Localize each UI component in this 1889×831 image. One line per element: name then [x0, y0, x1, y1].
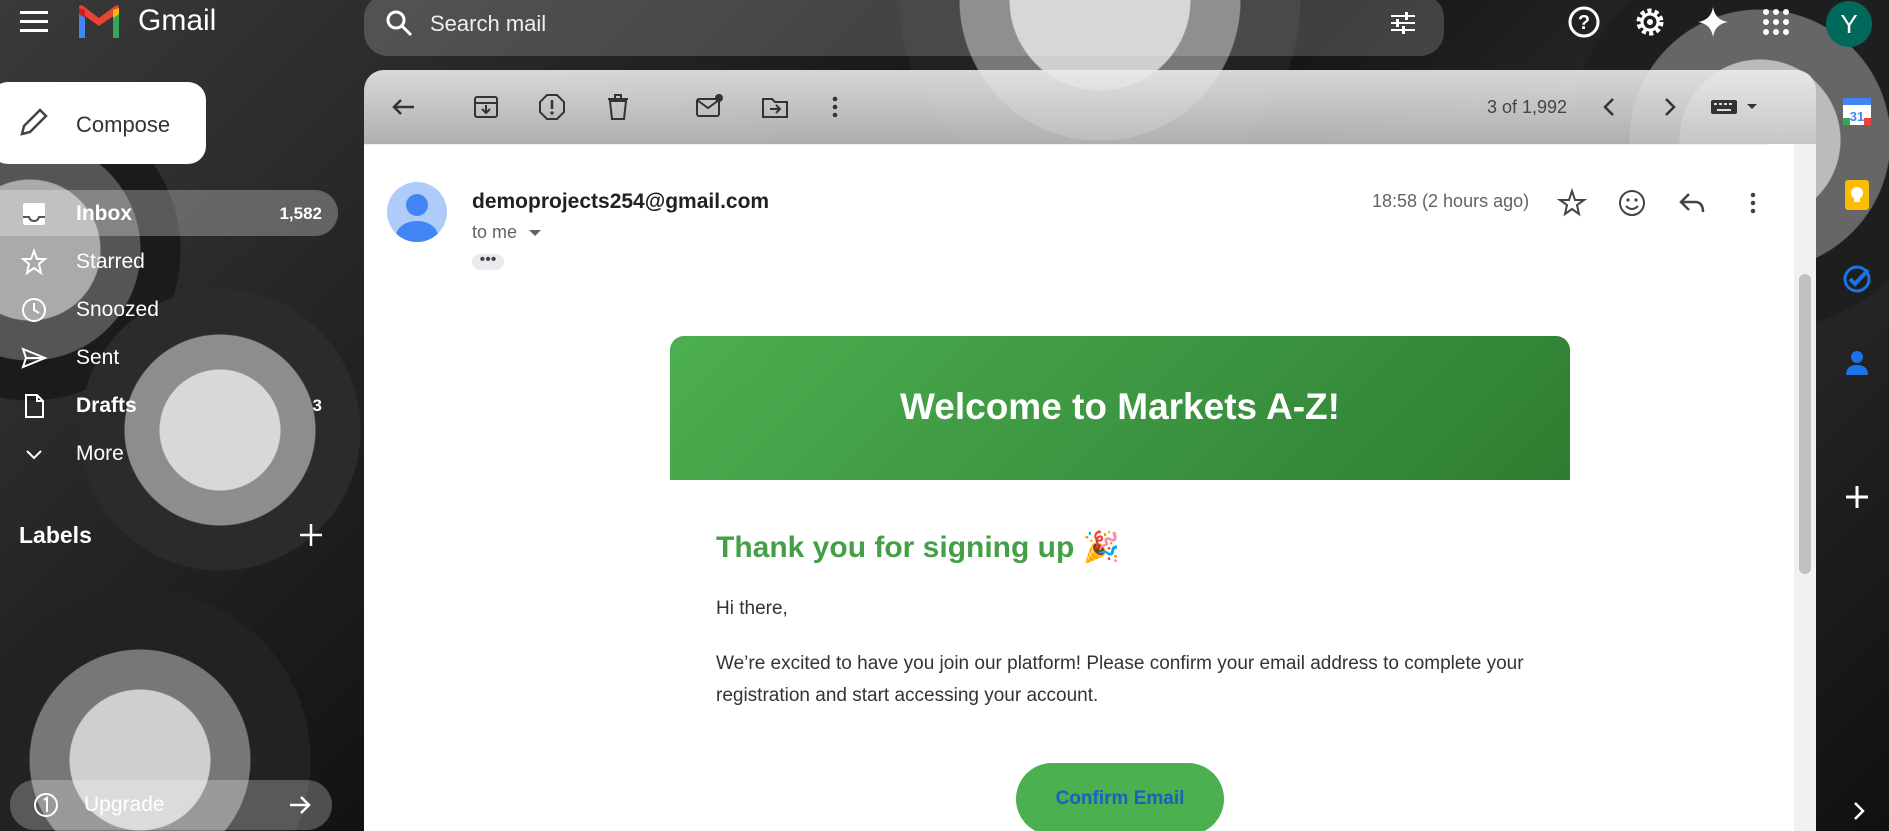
move-to-icon[interactable]: [760, 92, 790, 122]
sender-email[interactable]: demoprojects254@gmail.com: [472, 190, 769, 214]
report-spam-icon[interactable]: [537, 92, 567, 122]
labels-heading: Labels: [19, 522, 92, 548]
gemini-sparkle-icon[interactable]: [1696, 5, 1730, 39]
previous-chevron-icon[interactable]: [1595, 92, 1625, 122]
arrow-right-icon: [286, 791, 314, 819]
sidebar-item-label: Starred: [76, 250, 145, 273]
keep-icon[interactable]: [1840, 178, 1874, 212]
upgrade-icon: [32, 791, 60, 819]
clock-icon: [20, 296, 48, 324]
search-icon[interactable]: [384, 8, 414, 38]
search-input[interactable]: [428, 8, 1332, 40]
search-bar[interactable]: [364, 0, 1444, 56]
sidebar-item-snoozed[interactable]: Snoozed: [0, 286, 338, 332]
email-greeting: Hi there,: [716, 598, 788, 619]
email-heading: Thank you for signing up 🎉: [716, 531, 1121, 564]
search-options-icon[interactable]: [1388, 8, 1418, 38]
archive-icon[interactable]: [471, 92, 501, 122]
draft-count: 3: [312, 396, 322, 415]
settings-gear-icon[interactable]: [1633, 5, 1667, 39]
caret-down-icon[interactable]: [528, 228, 542, 238]
scrollbar-thumb[interactable]: [1799, 274, 1811, 574]
banner-title: Welcome to Markets A-Z!: [900, 386, 1340, 427]
sidebar-item-drafts[interactable]: Drafts 3: [0, 382, 338, 428]
main-menu-icon[interactable]: [18, 9, 50, 33]
delete-trash-icon[interactable]: [603, 92, 633, 122]
chevron-down-icon: [20, 440, 48, 468]
next-chevron-icon[interactable]: [1654, 92, 1684, 122]
message-content: [364, 144, 1816, 831]
svg-text:?: ?: [1578, 12, 1590, 34]
upgrade-button[interactable]: Upgrade: [10, 780, 332, 830]
reply-icon[interactable]: [1677, 188, 1707, 218]
draft-icon: [20, 392, 48, 420]
top-bar: Gmail ? Y: [0, 0, 1889, 56]
gmail-logo-icon[interactable]: [75, 4, 123, 40]
calendar-icon[interactable]: 31: [1840, 94, 1874, 128]
emoji-react-icon[interactable]: [1617, 188, 1647, 218]
help-icon[interactable]: ?: [1567, 5, 1601, 39]
more-vertical-icon[interactable]: [820, 92, 850, 122]
back-arrow-icon[interactable]: [388, 92, 418, 122]
add-label-icon[interactable]: [296, 520, 326, 550]
gmail-wordmark: Gmail: [138, 4, 217, 37]
svg-text:31: 31: [1850, 109, 1864, 124]
divider: [364, 144, 1768, 145]
account-avatar[interactable]: Y: [1826, 1, 1872, 47]
show-trimmed-content-button[interactable]: •••: [472, 252, 504, 270]
unread-count: 1,582: [279, 204, 322, 223]
star-icon: [20, 248, 48, 276]
apps-grid-icon[interactable]: [1759, 5, 1793, 39]
message-timestamp: 18:58 (2 hours ago): [1372, 191, 1530, 211]
tasks-icon[interactable]: [1840, 262, 1874, 296]
sidebar-item-label: Snoozed: [76, 298, 159, 321]
pagination-count: 3 of 1,992: [1487, 97, 1568, 117]
email-body: We’re excited to have you join our platf…: [716, 653, 1524, 706]
sidebar-item-sent[interactable]: Sent: [0, 334, 338, 380]
pencil-icon: [18, 106, 50, 138]
contacts-icon[interactable]: [1840, 346, 1874, 380]
sender-avatar: [387, 182, 447, 242]
upgrade-label: Upgrade: [84, 793, 165, 816]
confirm-email-button[interactable]: Confirm Email: [1016, 763, 1224, 831]
message-panel: 3 of 1,992 demoprojects254@gmail.com to …: [364, 70, 1816, 831]
email-banner: Welcome to Markets A-Z!: [670, 336, 1570, 480]
get-addons-icon[interactable]: [1840, 480, 1874, 514]
sidebar-item-label: Drafts: [76, 394, 137, 417]
sidebar-item-label: More: [76, 442, 124, 465]
compose-label: Compose: [76, 112, 171, 137]
inbox-icon: [20, 200, 48, 228]
sidebar-item-inbox[interactable]: Inbox 1,582: [0, 190, 338, 236]
mark-unread-icon[interactable]: [694, 92, 724, 122]
message-toolbar: 3 of 1,992: [364, 70, 1816, 144]
send-icon: [20, 344, 48, 372]
scrollbar[interactable]: [1794, 144, 1816, 831]
recipient-label: to me: [472, 222, 518, 242]
compose-button[interactable]: Compose: [0, 82, 206, 164]
sidebar-item-label: Sent: [76, 346, 120, 369]
show-side-panel-icon[interactable]: [1846, 798, 1872, 824]
sidebar-item-more[interactable]: More: [0, 430, 338, 476]
star-icon[interactable]: [1556, 187, 1588, 218]
keyboard-input-icon[interactable]: [1709, 92, 1765, 122]
sidebar-item-label: Inbox: [76, 202, 132, 225]
recipient-details[interactable]: to me: [472, 222, 542, 243]
message-more-icon[interactable]: [1738, 188, 1768, 218]
sidebar-item-starred[interactable]: Starred: [0, 238, 338, 284]
